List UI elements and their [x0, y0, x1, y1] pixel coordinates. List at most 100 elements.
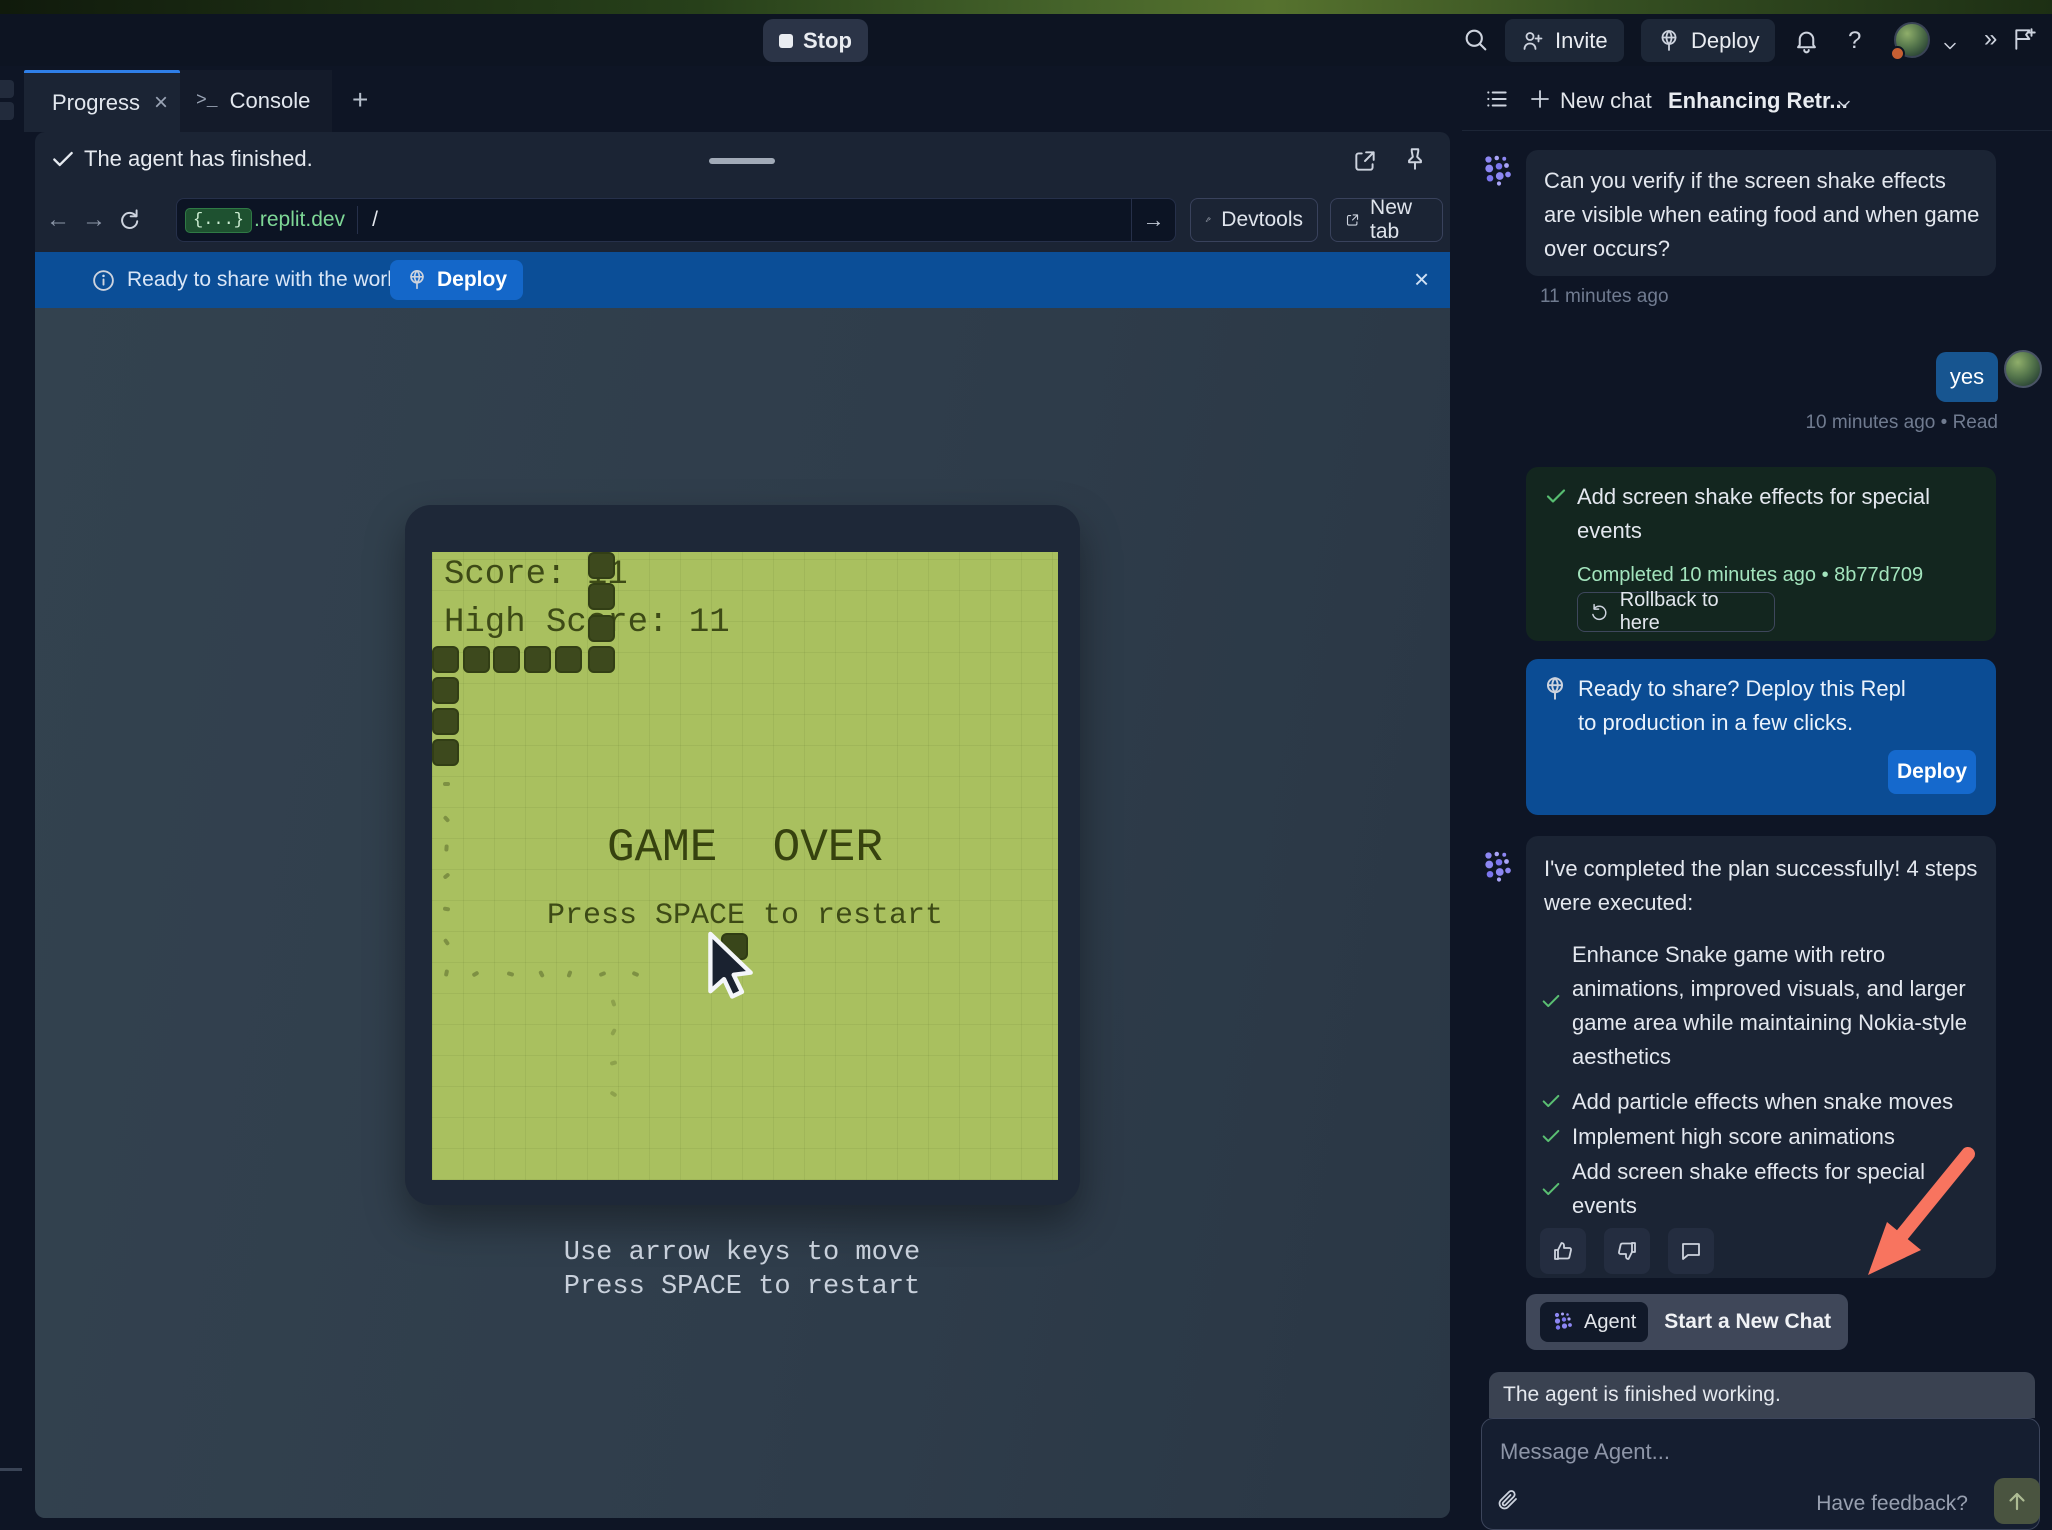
comment-button[interactable] [1668, 1228, 1714, 1274]
agent-logo-icon [1481, 152, 1517, 188]
wrench-icon [1205, 209, 1211, 231]
agent-status-bar: The agent is finished working. [1489, 1372, 2035, 1418]
back-icon[interactable]: ← [46, 206, 70, 234]
feedback-link[interactable]: Have feedback? [1816, 1492, 1968, 1516]
instructions-line-1: Use arrow keys to move [442, 1238, 1042, 1268]
close-icon[interactable]: × [154, 89, 168, 117]
info-icon [91, 268, 116, 293]
url-scheme-chip: {...} [185, 208, 252, 233]
user-avatar [2004, 350, 2042, 388]
deploy-card-button-label: Deploy [1897, 760, 1967, 784]
game-over-text: GAME OVER [432, 822, 1058, 874]
thumbs-down-icon [1615, 1239, 1639, 1263]
snake-segment [463, 646, 490, 673]
thumbs-down-button[interactable] [1604, 1228, 1650, 1274]
agent-chip-label: Agent [1584, 1311, 1636, 1334]
url-domain: .replit.dev [254, 208, 345, 232]
paperclip-icon[interactable] [1496, 1488, 1520, 1512]
snake-segment [432, 739, 459, 766]
snake-segment [555, 646, 582, 673]
rollback-label: Rollback to here [1620, 589, 1762, 635]
tab-console-label: Console [230, 88, 311, 114]
game-high-score: High Score: 11 [444, 604, 730, 642]
message-input[interactable] [1500, 1432, 1920, 1472]
plus-icon[interactable] [1528, 87, 1552, 111]
rail-resize-handle[interactable] [0, 1468, 22, 1471]
thumbs-up-icon [1551, 1239, 1575, 1263]
snake-segment [588, 583, 615, 610]
deploy-card-text: Ready to share? Deploy this Repl to prod… [1578, 672, 1930, 740]
bell-icon[interactable] [1793, 27, 1820, 54]
deploy-button-top[interactable]: Deploy [1641, 19, 1775, 62]
tab-progress[interactable]: Progress × [24, 70, 180, 132]
rollback-button[interactable]: Rollback to here [1577, 592, 1775, 632]
arrow-up-icon [2005, 1489, 2029, 1513]
chevron-down-icon[interactable] [1834, 94, 1854, 114]
new-chat-button[interactable]: New chat [1560, 88, 1652, 114]
snake-segment [432, 677, 459, 704]
stop-label: Stop [803, 28, 852, 54]
deploy-icon [1657, 29, 1681, 53]
sidebar-divider [1462, 130, 2052, 131]
deploy-icon [406, 269, 428, 291]
help-icon[interactable]: ? [1848, 27, 1861, 55]
add-tab-button[interactable]: + [352, 84, 368, 116]
banner-close-icon[interactable]: × [1414, 264, 1429, 295]
pin-icon[interactable] [1402, 146, 1428, 172]
flag-plus-icon[interactable] [2012, 26, 2038, 52]
undo-icon [1590, 602, 1610, 622]
start-new-chat-button[interactable]: Agent Start a New Chat [1526, 1294, 1848, 1350]
step-item: Enhance Snake game with retro animations… [1572, 938, 1974, 1074]
deploy-label: Deploy [1691, 28, 1759, 54]
invite-button[interactable]: Invite [1505, 19, 1624, 62]
check-icon [1544, 484, 1568, 508]
user-message-bubble: yes [1936, 352, 1998, 402]
completion-intro: I've completed the plan successfully! 4 … [1544, 852, 1980, 920]
tab-progress-label: Progress [52, 90, 140, 116]
start-new-chat-label: Start a New Chat [1664, 1310, 1831, 1334]
agent-message-text: Can you verify if the screen shake effec… [1544, 164, 1980, 266]
forward-icon[interactable]: → [82, 206, 106, 234]
check-icon [1540, 1178, 1562, 1200]
annotation-arrow [1846, 1140, 1996, 1285]
tab-bar: Progress × >_ Console + [22, 66, 1462, 132]
agent-status-bar-text: The agent is finished working. [1503, 1383, 1781, 1407]
tab-console[interactable]: >_ Console [180, 70, 332, 132]
session-title[interactable]: Enhancing Retr... [1668, 88, 1848, 114]
pane-drag-handle[interactable] [709, 158, 775, 164]
url-go-button[interactable]: → [1131, 199, 1175, 241]
new-tab-button[interactable]: New tab [1330, 198, 1443, 242]
refresh-icon[interactable] [116, 206, 142, 232]
agent-logo-icon [1481, 848, 1517, 884]
rail-tab-2[interactable] [0, 102, 14, 120]
top-navbar: Stop Invite Deploy ? » [0, 14, 2052, 66]
step-item: Add particle effects when snake moves [1572, 1085, 1974, 1119]
chat-history-icon[interactable] [1484, 86, 1510, 112]
deploy-banner: Ready to share with the world? Deploy × [35, 252, 1450, 308]
collapse-icon[interactable]: » [1984, 25, 1997, 53]
open-external-icon[interactable] [1352, 148, 1378, 174]
person-plus-icon [1521, 29, 1545, 53]
avatar-badge [1890, 46, 1905, 61]
url-divider [357, 206, 358, 234]
deploy-card-button[interactable]: Deploy [1888, 750, 1976, 794]
banner-text: Ready to share with the world? [127, 268, 415, 292]
agent-logo-icon [1552, 1310, 1576, 1334]
search-icon[interactable] [1462, 26, 1490, 54]
banner-deploy-button[interactable]: Deploy [390, 260, 523, 300]
rail-tab-1[interactable] [0, 80, 14, 98]
chevron-down-icon[interactable] [1940, 36, 1960, 56]
snake-segment [588, 646, 615, 673]
devtools-button[interactable]: Devtools [1190, 198, 1318, 242]
thumbs-up-button[interactable] [1540, 1228, 1586, 1274]
snake-segment [432, 646, 459, 673]
snake-segment [588, 615, 615, 642]
url-bar[interactable]: {...} .replit.dev / → [176, 198, 1176, 242]
snake-segment [524, 646, 551, 673]
send-button[interactable] [1994, 1478, 2040, 1524]
console-icon: >_ [196, 91, 218, 111]
snake-segment [493, 646, 520, 673]
stop-button[interactable]: Stop [763, 19, 868, 62]
deploy-icon [1542, 676, 1568, 702]
agent-chip: Agent [1540, 1302, 1648, 1342]
